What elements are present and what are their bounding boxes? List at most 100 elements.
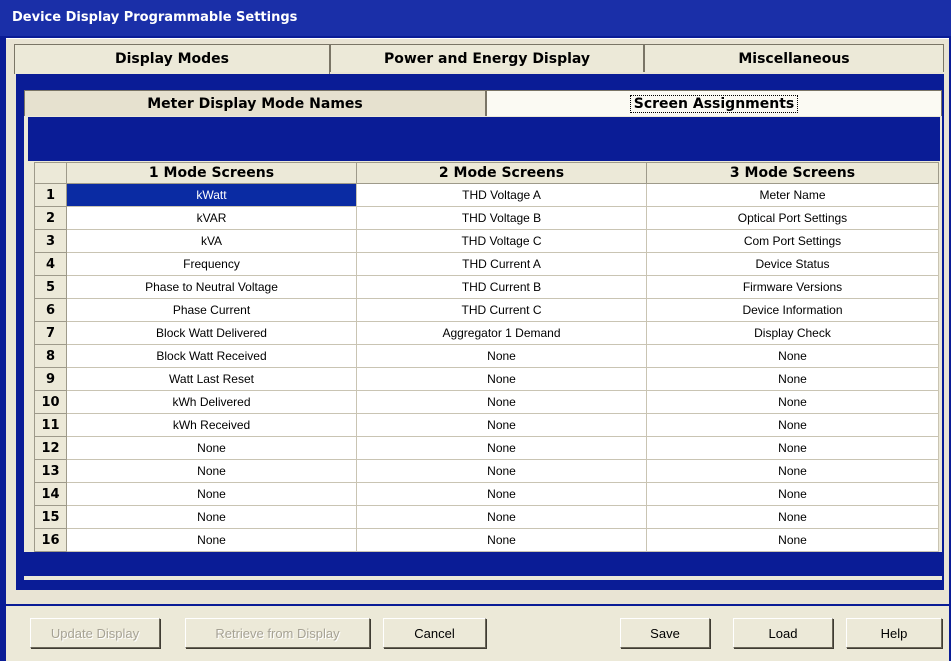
row-number[interactable]: 14 [34,482,67,506]
grid-cell-mode-2[interactable]: None [356,390,647,414]
subtab-meter-display-mode-names[interactable]: Meter Display Mode Names [24,90,486,116]
grid-table: 1 Mode Screens 2 Mode Screens 3 Mode Scr… [34,162,939,552]
row-number[interactable]: 1 [34,183,67,207]
grid-header-row: 1 Mode Screens 2 Mode Screens 3 Mode Scr… [34,162,939,184]
row-number[interactable]: 13 [34,459,67,483]
grid-cell-mode-1[interactable]: kWatt [66,183,357,207]
grid-cell-mode-1[interactable]: Phase to Neutral Voltage [66,275,357,299]
row-number[interactable]: 16 [34,528,67,552]
grid-row: 6 Phase Current THD Current C Device Inform… [34,298,939,322]
save-button[interactable]: Save [620,618,710,648]
grid-cell-mode-2[interactable]: THD Current B [356,275,647,299]
grid-cell-mode-1[interactable]: None [66,505,357,529]
grid-cell-mode-2[interactable]: THD Current C [356,298,647,322]
row-number[interactable]: 10 [34,390,67,414]
grid-cell-mode-2[interactable]: None [356,528,647,552]
header-strip [28,117,940,161]
tab-power-and-energy-display[interactable]: Power and Energy Display [330,44,644,72]
grid-cell-mode-3[interactable]: Display Check [646,321,939,345]
grid-row: 2 kVAR THD Voltage B Optical Port Settings [34,206,939,230]
title-bar: Device Display Programmable Settings [0,0,951,36]
grid-row: 3 kVA THD Voltage C Com Port Settings [34,229,939,253]
row-number[interactable]: 15 [34,505,67,529]
grid-cell-mode-1[interactable]: None [66,528,357,552]
grid-cell-mode-2[interactable]: THD Voltage B [356,206,647,230]
tab-display-modes[interactable]: Display Modes [14,44,330,74]
grid-cell-mode-3[interactable]: None [646,528,939,552]
row-number[interactable]: 9 [34,367,67,391]
grid-row: 1 kWatt THD Voltage A Meter Name [34,183,939,207]
corner-cell [34,162,67,184]
grid-cell-mode-3[interactable]: None [646,505,939,529]
grid-cell-mode-1[interactable]: kVA [66,229,357,253]
grid-cell-mode-1[interactable]: Frequency [66,252,357,276]
update-display-button[interactable]: Update Display [30,618,160,648]
column-header-2-mode[interactable]: 2 Mode Screens [356,162,647,184]
grid-cell-mode-3[interactable]: None [646,459,939,483]
row-number[interactable]: 8 [34,344,67,368]
row-number[interactable]: 12 [34,436,67,460]
grid-cell-mode-2[interactable]: THD Current A [356,252,647,276]
grid-row: 10 kWh Delivered None None [34,390,939,414]
row-number[interactable]: 3 [34,229,67,253]
main-tabs: Display Modes Power and Energy Display M… [14,44,944,74]
grid-cell-mode-2[interactable]: None [356,482,647,506]
help-button[interactable]: Help [846,618,942,648]
grid-row: 5 Phase to Neutral Voltage THD Current B Fi… [34,275,939,299]
grid-cell-mode-1[interactable]: Watt Last Reset [66,367,357,391]
bottom-strip [16,552,944,576]
grid-cell-mode-1[interactable]: Phase Current [66,298,357,322]
tab-miscellaneous[interactable]: Miscellaneous [644,44,944,72]
grid-row: 7 Block Watt Delivered Aggregator 1 Demand… [34,321,939,345]
subtab-screen-assignments-label: Screen Assignments [629,95,799,113]
grid-cell-mode-3[interactable]: Device Status [646,252,939,276]
grid-row: 16 None None None [34,528,939,552]
grid-cell-mode-1[interactable]: None [66,482,357,506]
row-number[interactable]: 7 [34,321,67,345]
load-button[interactable]: Load [733,618,833,648]
grid-cell-mode-1[interactable]: None [66,459,357,483]
grid-cell-mode-2[interactable]: None [356,505,647,529]
grid-cell-mode-1[interactable]: kWh Delivered [66,390,357,414]
window-title: Device Display Programmable Settings [12,10,298,25]
grid-cell-mode-2[interactable]: Aggregator 1 Demand [356,321,647,345]
grid-cell-mode-3[interactable]: Firmware Versions [646,275,939,299]
column-header-3-mode[interactable]: 3 Mode Screens [646,162,939,184]
grid-row: 4 Frequency THD Current A Device Status [34,252,939,276]
grid-cell-mode-2[interactable]: None [356,367,647,391]
grid-cell-mode-3[interactable]: None [646,482,939,506]
grid-cell-mode-3[interactable]: None [646,390,939,414]
grid-cell-mode-1[interactable]: kVAR [66,206,357,230]
row-number[interactable]: 2 [34,206,67,230]
grid-cell-mode-1[interactable]: kWh Received [66,413,357,437]
grid-row: 9 Watt Last Reset None None [34,367,939,391]
grid-cell-mode-3[interactable]: Com Port Settings [646,229,939,253]
grid-cell-mode-3[interactable]: Optical Port Settings [646,206,939,230]
row-number[interactable]: 6 [34,298,67,322]
sub-tabs: Meter Display Mode Names Screen Assignme… [24,90,944,118]
grid-cell-mode-1[interactable]: Block Watt Delivered [66,321,357,345]
row-number[interactable]: 11 [34,413,67,437]
row-number[interactable]: 4 [34,252,67,276]
grid-cell-mode-2[interactable]: None [356,344,647,368]
retrieve-from-display-button[interactable]: Retrieve from Display [185,618,370,648]
grid-cell-mode-3[interactable]: None [646,436,939,460]
grid-cell-mode-3[interactable]: Meter Name [646,183,939,207]
column-header-1-mode[interactable]: 1 Mode Screens [66,162,357,184]
grid-cell-mode-3[interactable]: None [646,367,939,391]
grid-row: 8 Block Watt Received None None [34,344,939,368]
row-number[interactable]: 5 [34,275,67,299]
grid-cell-mode-1[interactable]: None [66,436,357,460]
cancel-button[interactable]: Cancel [383,618,486,648]
grid-row: 11 kWh Received None None [34,413,939,437]
grid-cell-mode-2[interactable]: THD Voltage A [356,183,647,207]
grid-cell-mode-2[interactable]: None [356,436,647,460]
grid-cell-mode-2[interactable]: None [356,413,647,437]
grid-cell-mode-3[interactable]: None [646,413,939,437]
grid-cell-mode-2[interactable]: THD Voltage C [356,229,647,253]
grid-cell-mode-3[interactable]: Device Information [646,298,939,322]
grid-cell-mode-1[interactable]: Block Watt Received [66,344,357,368]
grid-cell-mode-3[interactable]: None [646,344,939,368]
subtab-screen-assignments[interactable]: Screen Assignments [486,90,942,116]
grid-cell-mode-2[interactable]: None [356,459,647,483]
